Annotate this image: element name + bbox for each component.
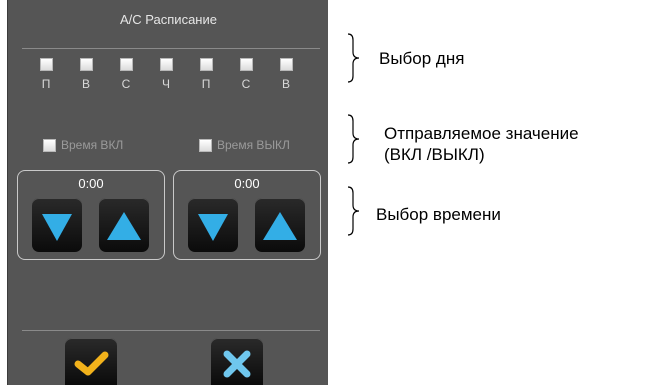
day-checkbox-7[interactable] — [279, 58, 293, 71]
title-divider — [22, 48, 320, 49]
day-label-5: П — [201, 77, 211, 91]
day-selector: П В С Ч П С В — [32, 58, 312, 92]
time-off-box: 0:00 — [173, 170, 321, 260]
arrow-up-icon — [107, 212, 141, 240]
checkmark-icon — [74, 351, 109, 376]
day-option-1[interactable]: П — [32, 58, 60, 91]
day-option-7[interactable]: В — [272, 58, 300, 91]
day-checkbox-1[interactable] — [39, 58, 53, 71]
day-checkbox-5[interactable] — [199, 58, 213, 71]
panel-title: A/C Расписание — [120, 12, 217, 27]
annotation-day-select: Выбор дня — [379, 49, 465, 68]
day-option-4[interactable]: Ч — [152, 58, 180, 91]
send-on-option[interactable]: Время ВКЛ — [43, 138, 123, 152]
day-label-7: В — [281, 77, 290, 91]
schedule-panel: A/C Расписание П В С Ч П С В Время ВКЛ В… — [7, 0, 328, 385]
confirm-button[interactable] — [65, 338, 117, 385]
day-checkbox-2[interactable] — [79, 58, 93, 71]
annotation-sent-value-line2: (ВКЛ /ВЫКЛ) — [384, 145, 485, 164]
cancel-button[interactable] — [211, 338, 263, 385]
day-label-4: Ч — [162, 77, 170, 91]
time-off-up-button[interactable] — [255, 198, 305, 252]
brace-time-select-icon — [347, 186, 360, 236]
day-checkbox-4[interactable] — [159, 58, 173, 71]
day-label-2: В — [81, 77, 90, 91]
day-label-6: С — [241, 77, 251, 91]
send-off-option[interactable]: Время ВЫКЛ — [199, 138, 290, 152]
send-off-checkbox[interactable] — [199, 138, 212, 152]
day-label-3: С — [121, 77, 131, 91]
day-checkbox-6[interactable] — [239, 58, 253, 71]
arrow-down-icon — [198, 214, 228, 241]
time-on-down-button[interactable] — [32, 198, 82, 252]
day-option-5[interactable]: П — [192, 58, 220, 91]
brace-day-select-icon — [347, 33, 360, 83]
annotation-sent-value-line1: Отправляемое значение — [384, 124, 579, 143]
arrow-up-icon — [263, 212, 297, 240]
time-off-value: 0:00 — [234, 176, 260, 191]
send-value-row: Время ВКЛ Время ВЫКЛ — [8, 138, 329, 154]
send-on-label: Время ВКЛ — [61, 138, 124, 152]
arrow-down-icon — [42, 214, 72, 241]
day-option-3[interactable]: С — [112, 58, 140, 91]
brace-sent-value-icon — [347, 114, 360, 164]
send-off-label: Время ВЫКЛ — [217, 138, 290, 152]
time-off-down-button[interactable] — [188, 198, 238, 252]
time-on-up-button[interactable] — [99, 198, 149, 252]
day-label-1: П — [41, 77, 51, 91]
day-option-2[interactable]: В — [72, 58, 100, 91]
close-icon — [223, 350, 251, 378]
actions-divider — [22, 330, 320, 331]
send-on-checkbox[interactable] — [43, 138, 56, 152]
time-on-value: 0:00 — [78, 176, 104, 191]
time-on-box: 0:00 — [17, 170, 165, 260]
day-checkbox-3[interactable] — [119, 58, 133, 71]
annotation-time-select: Выбор времени — [376, 205, 501, 224]
day-option-6[interactable]: С — [232, 58, 260, 91]
